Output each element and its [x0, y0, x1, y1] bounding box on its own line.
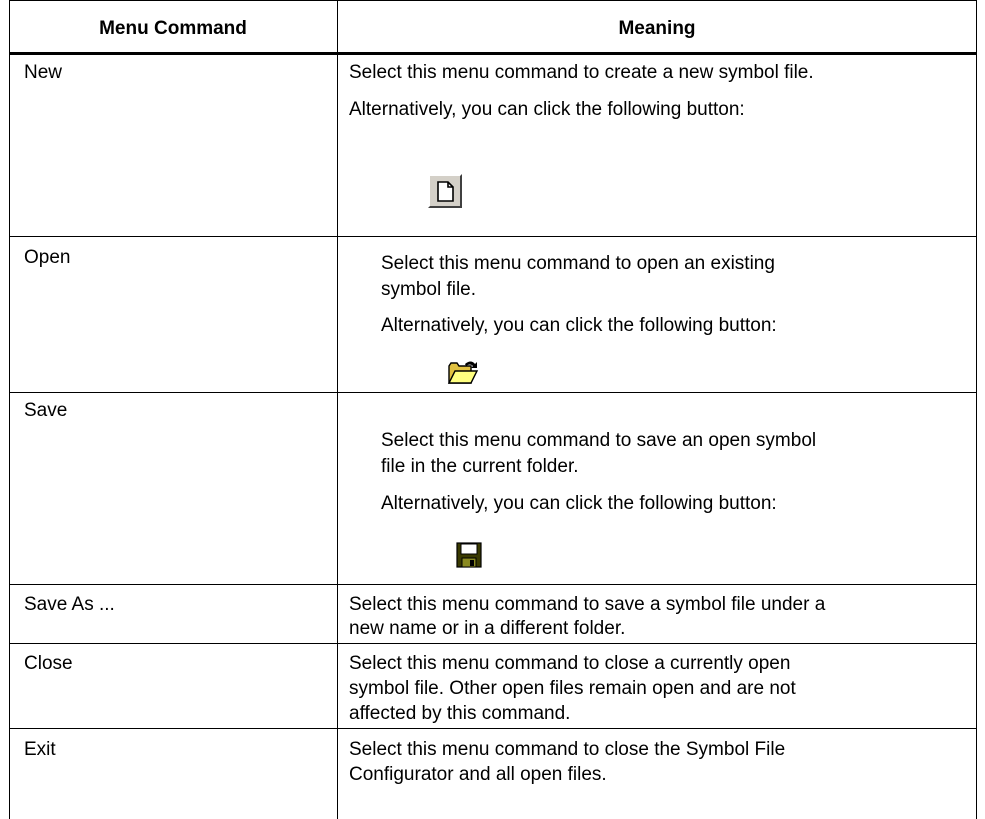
command-name: Close	[24, 653, 73, 674]
new-document-icon	[437, 181, 454, 202]
open-folder-icon	[447, 361, 479, 384]
header-separator	[9, 52, 977, 55]
meaning-text: affected by this command.	[349, 703, 571, 724]
menu-command-table: Menu Command Meaning New Select this men…	[9, 0, 977, 819]
command-name: Save As ...	[24, 594, 115, 615]
meaning-text: Select this menu command to create a new…	[349, 62, 814, 83]
table-border-top	[9, 0, 977, 1]
meaning-text: Alternatively, you can click the followi…	[381, 493, 777, 514]
meaning-text: Configurator and all open files.	[349, 764, 607, 785]
command-name: Open	[24, 247, 71, 268]
row-separator	[9, 392, 977, 393]
column-header-meaning: Meaning	[618, 18, 696, 39]
meaning-text: file in the current folder.	[381, 456, 579, 477]
table-border-right	[976, 0, 977, 819]
row-separator	[9, 728, 977, 729]
meaning-text: new name or in a different folder.	[349, 618, 626, 639]
command-name: Save	[24, 400, 68, 421]
meaning-text: Select this menu command to open an exis…	[381, 253, 775, 274]
new-button	[428, 174, 462, 208]
command-name: New	[24, 62, 63, 83]
row-separator	[9, 236, 977, 237]
meaning-text: Select this menu command to save a symbo…	[349, 594, 826, 615]
row-separator	[9, 584, 977, 585]
meaning-text: Alternatively, you can click the followi…	[349, 99, 745, 120]
floppy-disk-icon	[456, 542, 482, 568]
meaning-text: Alternatively, you can click the followi…	[381, 315, 777, 336]
meaning-text: Select this menu command to close a curr…	[349, 653, 791, 674]
column-divider	[337, 0, 338, 819]
table-border-left	[9, 0, 10, 819]
meaning-text: symbol file. Other open files remain ope…	[349, 678, 796, 699]
meaning-text: Select this menu command to close the Sy…	[349, 739, 786, 760]
command-name: Exit	[24, 739, 56, 760]
meaning-text: Select this menu command to save an open…	[381, 430, 817, 451]
meaning-text: symbol file.	[381, 279, 477, 300]
row-separator	[9, 643, 977, 644]
column-header-menu-command: Menu Command	[99, 18, 247, 39]
